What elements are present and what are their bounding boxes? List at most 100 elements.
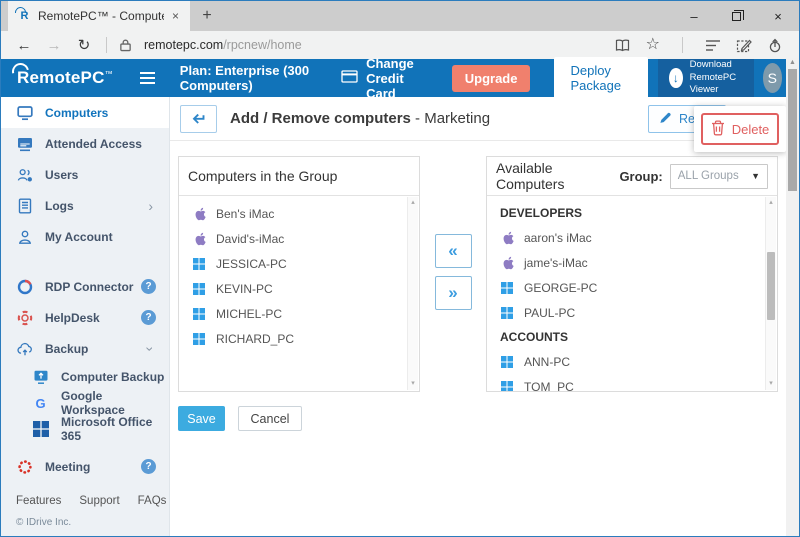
computer-row-jame-s-imac[interactable]: jame's-iMac xyxy=(487,250,777,275)
download-viewer-button[interactable]: ↓ DownloadRemotePC Viewer xyxy=(658,59,753,97)
computer-row-paul-pc[interactable]: PAUL-PC xyxy=(487,300,777,325)
reading-view-icon[interactable] xyxy=(614,38,631,53)
title-bar: Add / Remove computers - Marketing Renam… xyxy=(170,97,799,141)
computers-icon xyxy=(16,104,33,121)
computer-name: PAUL-PC xyxy=(524,306,575,320)
computer-row-ben-s-imac[interactable]: Ben's iMac xyxy=(179,201,419,226)
move-to-group-button[interactable]: « xyxy=(435,234,472,268)
windows-icon xyxy=(500,381,514,392)
restore-icon xyxy=(732,12,741,21)
forward-nav-icon[interactable]: → xyxy=(39,37,69,54)
restore-button[interactable] xyxy=(715,1,757,31)
sidebar-item-label: Google Workspace xyxy=(61,389,169,417)
upgrade-button[interactable]: Upgrade xyxy=(452,65,531,92)
back-button[interactable] xyxy=(180,105,217,133)
sidebar-item-my-account[interactable]: My Account xyxy=(1,221,169,252)
computer-name: GEORGE-PC xyxy=(524,281,597,295)
computer-name: JESSICA-PC xyxy=(216,257,287,271)
computer-row-david-s-imac[interactable]: David's-iMac xyxy=(179,226,419,251)
save-button[interactable]: Save xyxy=(178,406,225,431)
web-note-icon[interactable] xyxy=(736,38,752,53)
user-avatar[interactable]: S xyxy=(763,63,783,93)
new-tab-button[interactable]: + xyxy=(190,1,224,31)
sidebar-item-logs[interactable]: Logs› xyxy=(1,190,169,221)
credit-card-icon xyxy=(341,70,358,86)
help-badge[interactable]: ? xyxy=(141,310,156,325)
computer-row-kevin-pc[interactable]: KEVIN-PC xyxy=(179,276,419,301)
windows-icon xyxy=(500,356,514,368)
change-credit-card-button[interactable]: Change Credit Card xyxy=(341,56,437,101)
deploy-package-button[interactable]: Deploy Package xyxy=(554,57,648,99)
group-filter-select[interactable]: ALL Groups ▼ xyxy=(670,164,768,189)
tab-bar: R RemotePC™ - Compute × + – × xyxy=(1,1,799,31)
office-365-icon xyxy=(32,421,49,438)
share-icon[interactable] xyxy=(767,38,783,53)
computer-group-header-accounts: ACCOUNTS xyxy=(487,325,777,349)
computer-row-aaron-s-imac[interactable]: aaron's iMac xyxy=(487,225,777,250)
scroll-down-icon[interactable]: ▾ xyxy=(766,380,776,388)
close-button[interactable]: × xyxy=(757,1,799,31)
scroll-up-icon[interactable]: ▴ xyxy=(766,199,776,207)
computer-row-tom-pc[interactable]: TOM_PC xyxy=(487,374,777,391)
app-body: ComputersAttended AccessUsersLogs›My Acc… xyxy=(1,97,799,536)
footer-link-features[interactable]: Features xyxy=(16,495,61,507)
sidebar-item-label: Backup xyxy=(45,342,88,356)
page-scrollbar-thumb[interactable] xyxy=(788,69,797,191)
attended-access-icon xyxy=(16,135,33,152)
window-controls: – × xyxy=(673,1,799,31)
sidebar-item-microsoft-office-365[interactable]: Microsoft Office 365 xyxy=(1,416,169,442)
computer-name: MICHEL-PC xyxy=(216,307,282,321)
scroll-down-icon[interactable]: ▾ xyxy=(408,380,418,388)
users-icon xyxy=(16,166,33,183)
right-panel-header: Available Computers Group: ALL Groups ▼ xyxy=(487,157,777,196)
footer-link-faqs[interactable]: FAQs xyxy=(138,495,167,507)
delete-button[interactable]: Delete xyxy=(701,113,779,145)
favorites-star-icon[interactable]: ☆ xyxy=(646,37,660,53)
scroll-up-icon[interactable]: ▴ xyxy=(408,199,418,207)
footer-link-support[interactable]: Support xyxy=(79,495,119,507)
menu-icon[interactable] xyxy=(140,72,155,84)
cancel-button[interactable]: Cancel xyxy=(238,406,302,431)
trademark: ™ xyxy=(105,69,113,78)
remove-from-group-button[interactable]: » xyxy=(435,276,472,310)
computer-row-jessica-pc[interactable]: JESSICA-PC xyxy=(179,251,419,276)
sidebar-item-computers[interactable]: Computers xyxy=(1,97,169,128)
back-nav-icon[interactable]: ← xyxy=(9,37,39,54)
help-badge[interactable]: ? xyxy=(141,279,156,294)
sidebar-item-attended-access[interactable]: Attended Access xyxy=(1,128,169,159)
header-right-group: Change Credit Card Upgrade Deploy Packag… xyxy=(341,59,799,97)
windows-icon xyxy=(500,307,514,319)
computer-row-george-pc[interactable]: GEORGE-PC xyxy=(487,275,777,300)
computer-name: jame's-iMac xyxy=(524,256,588,270)
computer-row-michel-pc[interactable]: MICHEL-PC xyxy=(179,301,419,326)
hub-icon[interactable] xyxy=(705,39,721,51)
sidebar-item-meeting[interactable]: Meeting? xyxy=(1,451,169,482)
left-list-scrollbar[interactable]: ▴ ▾ xyxy=(407,197,418,390)
chevron-down-icon: ▼ xyxy=(751,171,760,181)
available-computers-list: DEVELOPERSaaron's iMacjame's-iMacGEORGE-… xyxy=(487,196,777,391)
sidebar-item-users[interactable]: Users xyxy=(1,159,169,190)
right-list-scrollbar[interactable]: ▴ ▾ xyxy=(765,197,776,390)
sidebar-item-google-workspace[interactable]: GGoogle Workspace xyxy=(1,390,169,416)
page-scrollbar[interactable]: ▲ xyxy=(786,58,799,536)
minimize-button[interactable]: – xyxy=(673,1,715,31)
left-panel-header: Computers in the Group xyxy=(179,157,419,196)
help-badge[interactable]: ? xyxy=(141,459,156,474)
sidebar: ComputersAttended AccessUsersLogs›My Acc… xyxy=(1,97,170,536)
my-account-icon xyxy=(16,228,33,245)
refresh-icon[interactable]: ↻ xyxy=(69,36,99,54)
sidebar-item-backup[interactable]: Backup › xyxy=(1,333,169,364)
computer-row-richard-pc[interactable]: RICHARD_PC xyxy=(179,326,419,351)
sidebar-item-computer-backup[interactable]: Computer Backup xyxy=(1,364,169,390)
scrollbar-thumb[interactable] xyxy=(767,252,775,320)
sidebar-item-rdp-connector[interactable]: RDP Connector? xyxy=(1,271,169,302)
chevron-down-icon: › xyxy=(143,346,159,351)
sidebar-item-helpdesk[interactable]: HelpDesk? xyxy=(1,302,169,333)
browser-tab[interactable]: R RemotePC™ - Compute × xyxy=(8,1,190,31)
address-bar[interactable]: remotepc.com/rpcnew/home xyxy=(144,38,302,52)
computer-name: ANN-PC xyxy=(524,355,570,369)
scroll-up-icon[interactable]: ▲ xyxy=(786,59,799,66)
computer-row-ann-pc[interactable]: ANN-PC xyxy=(487,349,777,374)
group-computers-panel: Computers in the Group Ben's iMacDavid's… xyxy=(178,156,420,392)
tab-close-icon[interactable]: × xyxy=(170,9,181,23)
